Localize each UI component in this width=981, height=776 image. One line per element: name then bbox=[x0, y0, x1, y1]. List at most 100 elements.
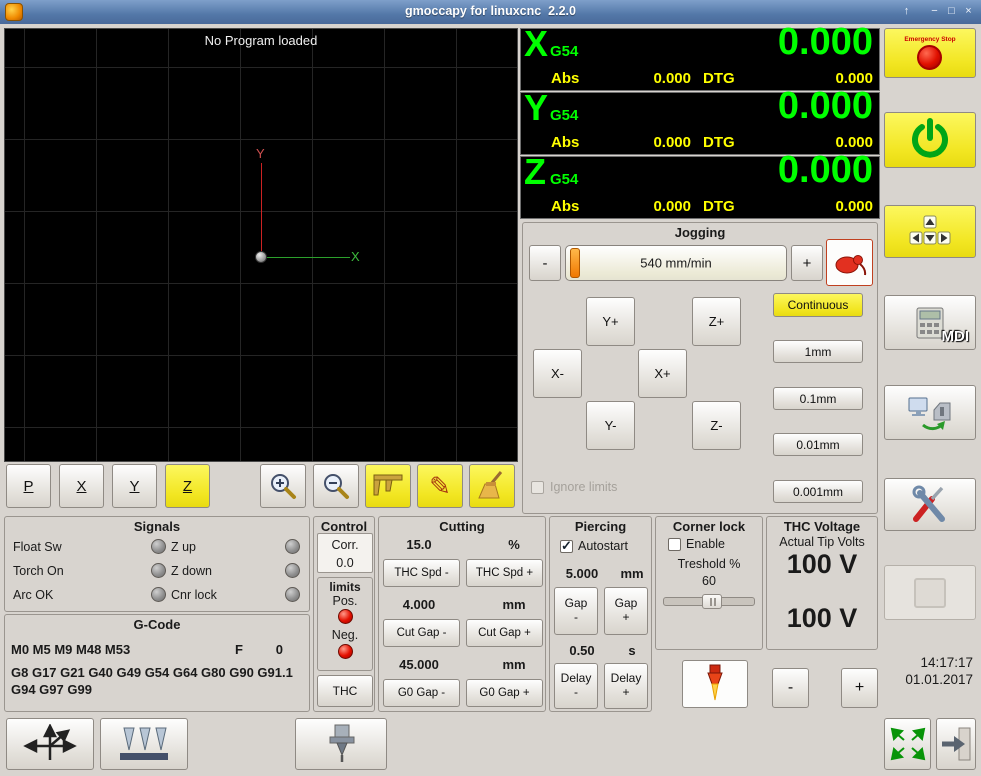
dro-value: 0.000 bbox=[777, 21, 873, 63]
jog-z-plus-button[interactable]: Z+ bbox=[692, 297, 741, 346]
thc-voltage-title: THC Voltage bbox=[783, 519, 861, 534]
dro-letter: Z bbox=[524, 151, 546, 192]
increment-0-1mm-button[interactable]: 0.1mm bbox=[773, 387, 863, 410]
dro-dtg-value: 0.000 bbox=[835, 198, 873, 215]
mouse-icon bbox=[835, 254, 866, 275]
mdi-mode-button[interactable]: MDI bbox=[884, 295, 976, 350]
jog-y-minus-button[interactable]: Y- bbox=[586, 401, 635, 450]
autostart-label: Autostart bbox=[578, 539, 629, 553]
torch-test-button[interactable] bbox=[682, 660, 748, 708]
limits-frame: limits Pos. Neg. bbox=[317, 577, 373, 671]
jog-speed-decrease-button[interactable]: - bbox=[529, 245, 561, 281]
tool-change-button[interactable] bbox=[295, 718, 387, 770]
fullscreen-button[interactable] bbox=[884, 718, 931, 770]
corner-lock-enable-label: Enable bbox=[686, 537, 725, 551]
jog-speed-slider[interactable]: 540 mm/min bbox=[565, 245, 787, 281]
broom-icon bbox=[478, 471, 503, 499]
increment-1mm-button[interactable]: 1mm bbox=[773, 340, 863, 363]
view-p-button[interactable]: P bbox=[6, 464, 51, 508]
continuous-button[interactable]: Continuous bbox=[773, 293, 863, 317]
jog-speed-quick-button[interactable] bbox=[826, 239, 873, 286]
g0-gap-increase-button[interactable]: G0 Gap + bbox=[466, 679, 543, 707]
pierce-delay-decrease-button[interactable]: Delay - bbox=[554, 663, 598, 709]
shade-button[interactable]: ↑ bbox=[898, 4, 915, 20]
float-sw-led bbox=[151, 539, 166, 554]
z-down-led bbox=[285, 563, 300, 578]
g0-gap-decrease-button[interactable]: G0 Gap - bbox=[383, 679, 460, 707]
jog-x-minus-button[interactable]: X- bbox=[533, 349, 582, 398]
tools-icon bbox=[912, 485, 945, 522]
touch-off-button[interactable] bbox=[100, 718, 188, 770]
increment-0-01mm-button[interactable]: 0.01mm bbox=[773, 433, 863, 456]
correction-value: 0.0 bbox=[336, 556, 354, 570]
corner-lock-enable-checkbox[interactable] bbox=[668, 538, 681, 551]
machine-on-button[interactable] bbox=[884, 112, 976, 168]
volts-decrease-button[interactable]: - bbox=[772, 668, 809, 708]
g0-gap-value: 45.000 bbox=[399, 657, 439, 672]
view-x-button[interactable]: X bbox=[59, 464, 104, 508]
tool-dimensions-button[interactable] bbox=[365, 464, 411, 508]
pos-limit-led bbox=[338, 609, 353, 624]
gremlin-preview[interactable]: No Program loaded Y X bbox=[4, 28, 518, 462]
threshold-slider-handle[interactable] bbox=[702, 594, 722, 609]
zoom-out-button[interactable] bbox=[313, 464, 359, 508]
ignore-limits-label: Ignore limits bbox=[550, 480, 618, 494]
estop-button[interactable]: Emergency Stop bbox=[884, 28, 976, 78]
pierce-gap-increase-button[interactable]: Gap + bbox=[604, 587, 648, 635]
cut-gap-decrease-button[interactable]: Cut Gap - bbox=[383, 619, 460, 647]
edit-offsets-button[interactable]: ✎ bbox=[417, 464, 463, 508]
set-volts-value: 100 V bbox=[786, 603, 858, 633]
actual-volts-value: 100 V bbox=[786, 549, 858, 579]
cutting-title: Cutting bbox=[439, 519, 485, 534]
signals-title: Signals bbox=[133, 519, 181, 534]
pierce-gap-unit: mm bbox=[620, 566, 644, 581]
jog-axes-button[interactable] bbox=[6, 718, 94, 770]
piercing-frame: Piercing Autostart 5.000 mm Gap - Gap + … bbox=[549, 516, 652, 712]
control-title: Control bbox=[320, 519, 368, 534]
pierce-gap-decrease-button[interactable]: Gap - bbox=[554, 587, 598, 635]
increment-0-001mm-button[interactable]: 0.001mm bbox=[773, 480, 863, 503]
exit-button[interactable] bbox=[936, 718, 976, 770]
dro-axis-y[interactable]: Y G54 0.000 Abs 0.000 DTG 0.000 bbox=[520, 85, 880, 155]
cutting-frame: Cutting 15.0 % THC Spd - THC Spd + 4.000… bbox=[378, 516, 546, 712]
dro-system: G54 bbox=[550, 107, 579, 124]
jog-keys-icon bbox=[909, 215, 951, 244]
dro-value: 0.000 bbox=[777, 85, 873, 127]
thc-button[interactable]: THC bbox=[317, 675, 373, 707]
jog-y-plus-button[interactable]: Y+ bbox=[586, 297, 635, 346]
volts-increase-button[interactable]: + bbox=[841, 668, 878, 708]
close-button[interactable]: × bbox=[960, 4, 977, 20]
dro-axis-z[interactable]: Z G54 0.000 Abs 0.000 DTG 0.000 bbox=[520, 149, 880, 219]
correction-label: Corr. bbox=[331, 538, 359, 552]
minimize-button[interactable]: − bbox=[926, 4, 943, 20]
estop-icon: Emergency Stop bbox=[904, 36, 956, 70]
settings-button[interactable] bbox=[884, 478, 976, 531]
cnr-lock-label: Cnr lock bbox=[171, 588, 217, 602]
limits-title: limits bbox=[329, 580, 361, 594]
auto-mode-button[interactable] bbox=[884, 385, 976, 440]
manual-jog-mode-button[interactable] bbox=[884, 205, 976, 258]
jog-z-minus-button[interactable]: Z- bbox=[692, 401, 741, 450]
clock-time: 14:17:17 bbox=[920, 655, 973, 670]
zoom-in-button[interactable] bbox=[260, 464, 306, 508]
ignore-limits-checkbox[interactable] bbox=[531, 481, 544, 494]
thc-speed-decrease-button[interactable]: THC Spd - bbox=[383, 559, 460, 587]
g0-gap-unit: mm bbox=[502, 657, 526, 672]
view-p-label: P bbox=[23, 477, 34, 495]
jog-x-plus-button[interactable]: X+ bbox=[638, 349, 687, 398]
dro-axis-x[interactable]: X G54 0.000 Abs 0.000 DTG 0.000 bbox=[520, 21, 880, 91]
dro-letter: X bbox=[524, 23, 549, 64]
view-y-button[interactable]: Y bbox=[112, 464, 157, 508]
autostart-checkbox[interactable] bbox=[560, 538, 573, 554]
estop-label: Emergency Stop bbox=[904, 36, 956, 43]
cut-gap-increase-button[interactable]: Cut Gap + bbox=[466, 619, 543, 647]
maximize-button[interactable]: □ bbox=[943, 4, 960, 20]
dro-abs-label: Abs bbox=[551, 134, 580, 151]
view-z-button[interactable]: Z bbox=[165, 464, 210, 508]
x-axis-label: X bbox=[351, 249, 360, 264]
clear-plot-button[interactable] bbox=[469, 464, 515, 508]
jog-speed-increase-button[interactable]: + bbox=[791, 245, 823, 281]
thc-speed-increase-button[interactable]: THC Spd + bbox=[466, 559, 543, 587]
exit-door-icon bbox=[942, 727, 971, 761]
pierce-delay-increase-button[interactable]: Delay + bbox=[604, 663, 648, 709]
